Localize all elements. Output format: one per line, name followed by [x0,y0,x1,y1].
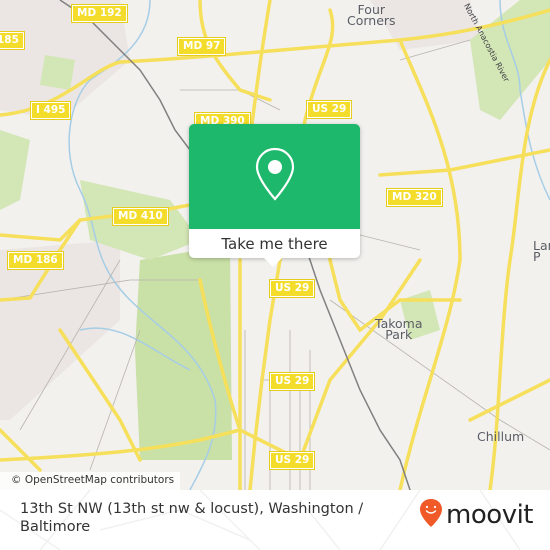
road-shield: MD 97 [178,38,226,55]
road-shield: US 29 [307,101,352,118]
place-label-takoma-park: Takoma Park [375,316,423,342]
road-shield: US 29 [270,373,315,390]
location-popup: Take me there [189,124,360,267]
popup-pointer [264,258,282,267]
place-label-langley-park: Lan P [533,238,550,264]
moovit-pin-icon [419,498,443,532]
moovit-wordmark: moovit [446,500,533,530]
place-label-chillum: Chillum [477,429,525,444]
footer: 13th St NW (13th st nw & locust), Washin… [0,490,550,550]
road-shield: US 29 [270,280,315,297]
road-shield: I 495 [31,102,71,119]
road-shield: MD 192 [72,5,127,22]
road-shield: MD 410 [113,208,168,225]
road-shield: MD 320 [387,189,442,206]
take-me-there-button[interactable]: Take me there [189,229,360,258]
road-shield: US 29 [270,452,315,469]
map-pin-icon [255,147,295,207]
popup-header [189,124,360,229]
moovit-logo[interactable]: moovit [419,498,533,532]
road-shield: 185 [0,32,24,49]
road-shield: MD 186 [8,252,63,269]
map-attribution[interactable]: © OpenStreetMap contributors [0,472,181,490]
map-view[interactable]: MD 192 185 MD 97 I 495 MD 390 US 29 MD 3… [0,0,550,490]
stop-title: 13th St NW (13th st nw & locust), Washin… [20,501,364,535]
place-label-four-corners: Four Corners [347,2,396,28]
